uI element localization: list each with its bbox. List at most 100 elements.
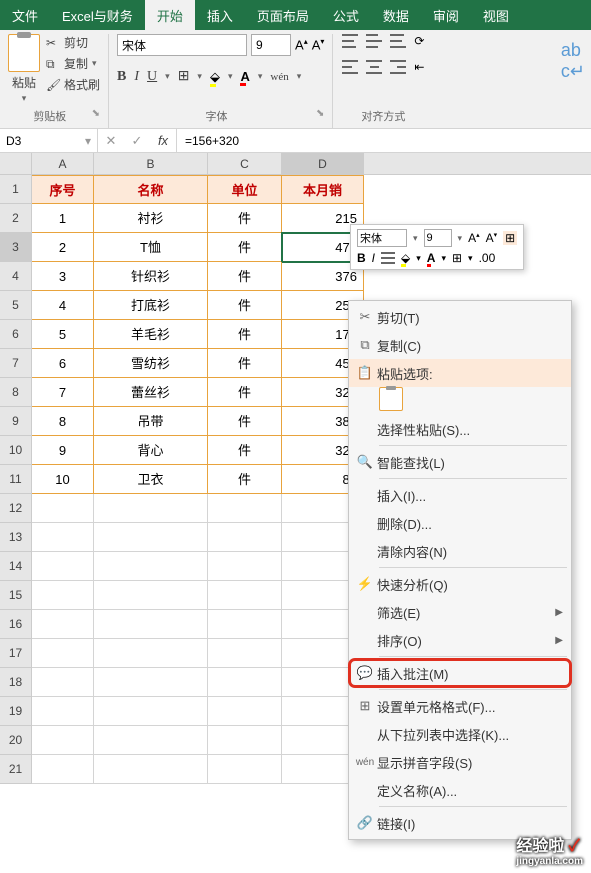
cell[interactable] [208, 581, 282, 610]
name-box[interactable]: D3 ▾ [0, 129, 98, 152]
dialog-launcher-icon[interactable]: ⬊ [92, 108, 100, 119]
pinyin-button[interactable]: wén [270, 71, 288, 83]
accept-formula-icon[interactable]: ✓ [124, 133, 150, 149]
bold-button[interactable]: B [117, 69, 126, 85]
row-header[interactable]: 16 [0, 610, 32, 639]
cell[interactable] [94, 755, 208, 784]
cell[interactable]: 蕾丝衫 [94, 378, 208, 407]
tab-view[interactable]: 视图 [471, 0, 521, 30]
cell[interactable] [94, 494, 208, 523]
italic-button[interactable]: I [134, 69, 139, 85]
cell[interactable]: 5 [32, 320, 94, 349]
border-button[interactable]: ⊞ [178, 68, 190, 85]
col-header-C[interactable]: C [208, 153, 282, 174]
cell[interactable]: 羊毛衫 [94, 320, 208, 349]
cell[interactable]: 4 [32, 291, 94, 320]
row-header[interactable]: 9 [0, 407, 32, 436]
align-bottom-icon[interactable] [390, 34, 406, 48]
align-left-icon[interactable] [342, 60, 358, 74]
menu-smart-lookup[interactable]: 🔍智能查找(L) [349, 448, 571, 476]
cell[interactable] [32, 726, 94, 755]
cell[interactable] [32, 639, 94, 668]
row-header[interactable]: 15 [0, 581, 32, 610]
format-painter-button[interactable]: 🖌 格式刷 [46, 76, 100, 93]
cell[interactable] [94, 726, 208, 755]
row-header[interactable]: 6 [0, 320, 32, 349]
dialog-launcher-icon[interactable]: ⬊ [316, 108, 324, 119]
cell[interactable]: 件 [208, 204, 282, 233]
mini-italic-button[interactable]: I [372, 251, 375, 265]
cell[interactable]: 3 [32, 262, 94, 291]
cell[interactable]: 件 [208, 291, 282, 320]
row-header[interactable]: 2 [0, 204, 32, 233]
cell[interactable] [94, 552, 208, 581]
cell[interactable] [32, 610, 94, 639]
decrease-indent-icon[interactable]: ⇤ [414, 60, 424, 74]
menu-quick-analysis[interactable]: ⚡快速分析(Q) [349, 570, 571, 598]
cell[interactable]: 衬衫 [94, 204, 208, 233]
tab-data[interactable]: 数据 [371, 0, 421, 30]
menu-insert[interactable]: 插入(I)... [349, 481, 571, 509]
cell[interactable] [208, 552, 282, 581]
cell[interactable]: 件 [208, 378, 282, 407]
table-header[interactable]: 名称 [94, 175, 208, 204]
cell[interactable] [32, 668, 94, 697]
orientation-button[interactable]: ⟳ [414, 34, 424, 48]
menu-sort[interactable]: 排序(O)▶ [349, 626, 571, 654]
row-header[interactable]: 21 [0, 755, 32, 784]
cell[interactable] [208, 726, 282, 755]
row-header[interactable]: 13 [0, 523, 32, 552]
cell[interactable]: 件 [208, 320, 282, 349]
cell[interactable]: 件 [208, 349, 282, 378]
table-header[interactable]: 本月销 [282, 175, 364, 204]
cell[interactable]: 6 [32, 349, 94, 378]
cell[interactable]: 件 [208, 407, 282, 436]
menu-define-name[interactable]: 定义名称(A)... [349, 776, 571, 804]
cell[interactable]: 件 [208, 262, 282, 291]
row-header[interactable]: 11 [0, 465, 32, 494]
tab-home[interactable]: 开始 [145, 0, 195, 30]
row-header[interactable]: 17 [0, 639, 32, 668]
col-header-D[interactable]: D [282, 153, 364, 174]
row-header[interactable]: 12 [0, 494, 32, 523]
cell[interactable] [208, 494, 282, 523]
tab-excel-finance[interactable]: Excel与财务 [50, 0, 145, 30]
row-header[interactable]: 3 [0, 233, 32, 262]
cell[interactable]: T恤 [94, 233, 208, 262]
cell[interactable] [94, 639, 208, 668]
menu-paste-special[interactable]: 选择性粘贴(S)... [349, 415, 571, 443]
fx-icon[interactable]: fx [150, 133, 176, 148]
cell[interactable] [208, 523, 282, 552]
mini-align-icon[interactable] [381, 252, 395, 264]
cell[interactable] [32, 494, 94, 523]
cell[interactable]: 件 [208, 465, 282, 494]
table-header[interactable]: 单位 [208, 175, 282, 204]
align-middle-icon[interactable] [366, 34, 382, 48]
cell[interactable] [94, 523, 208, 552]
increase-font-icon[interactable]: A▴ [295, 37, 308, 52]
select-all-corner[interactable] [0, 153, 32, 174]
mini-bold-button[interactable]: B [357, 251, 366, 265]
paste-option-default[interactable] [379, 387, 403, 411]
row-header[interactable]: 20 [0, 726, 32, 755]
cell[interactable] [32, 581, 94, 610]
cell[interactable] [94, 610, 208, 639]
cell[interactable] [94, 668, 208, 697]
row-header[interactable]: 4 [0, 262, 32, 291]
col-header-B[interactable]: B [94, 153, 208, 174]
font-color-button[interactable]: A [240, 69, 249, 84]
menu-filter[interactable]: 筛选(E)▶ [349, 598, 571, 626]
cell[interactable] [94, 581, 208, 610]
cell[interactable] [208, 610, 282, 639]
row-header[interactable]: 14 [0, 552, 32, 581]
fill-color-button[interactable]: ⬙ [210, 69, 220, 85]
cell[interactable]: 2 [32, 233, 94, 262]
cell[interactable]: 打底衫 [94, 291, 208, 320]
menu-copy[interactable]: ⧉复制(C) [349, 331, 571, 359]
cell[interactable]: 雪纺衫 [94, 349, 208, 378]
paste-button[interactable]: 粘贴 ▾ [8, 34, 40, 104]
row-header[interactable]: 19 [0, 697, 32, 726]
mini-decrease-font-icon[interactable]: A▾ [486, 231, 498, 245]
row-header[interactable]: 1 [0, 175, 32, 204]
tab-page-layout[interactable]: 页面布局 [245, 0, 321, 30]
